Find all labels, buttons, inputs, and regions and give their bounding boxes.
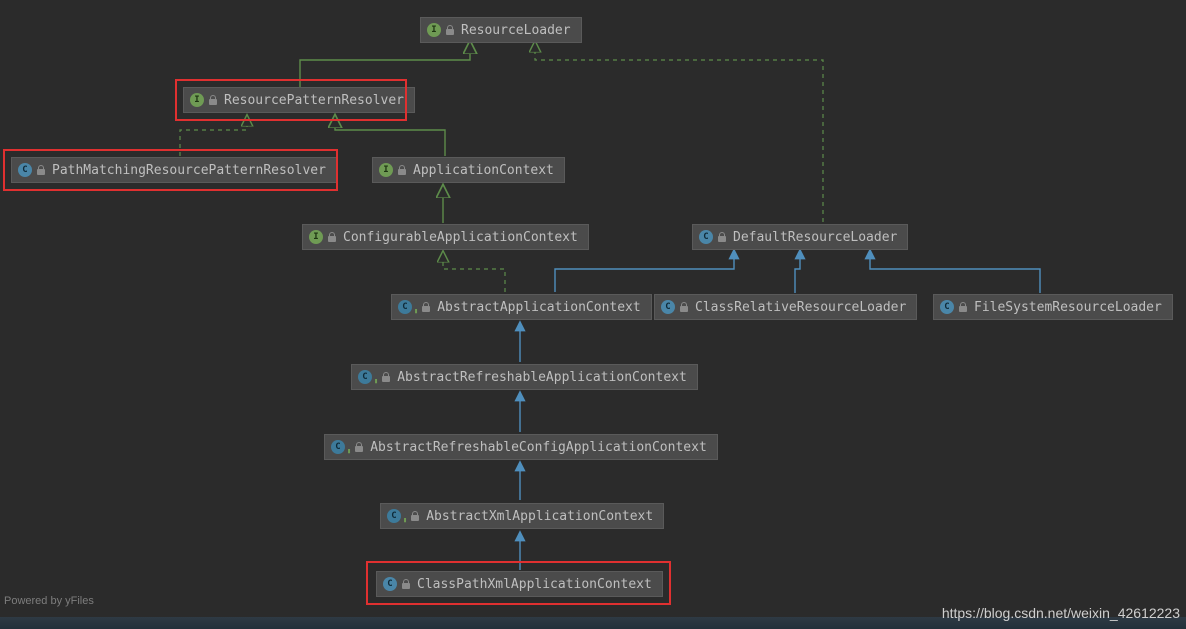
node-configurable-app-context[interactable]: ConfigurableApplicationContext xyxy=(302,224,589,250)
class-icon xyxy=(383,577,397,591)
abstract-marker: ▮ xyxy=(414,307,418,315)
node-file-system-resource-loader[interactable]: FileSystemResourceLoader xyxy=(933,294,1173,320)
class-icon xyxy=(940,300,954,314)
node-abstract-app-context[interactable]: ▮ AbstractApplicationContext xyxy=(391,294,652,320)
node-abstract-xml-app-context[interactable]: ▮ AbstractXmlApplicationContext xyxy=(380,503,664,529)
node-label: DefaultResourceLoader xyxy=(733,230,897,245)
node-classpath-xml-app-context[interactable]: ClassPathXmlApplicationContext xyxy=(376,571,663,597)
abstract-class-icon xyxy=(387,509,401,523)
lock-icon xyxy=(679,302,689,312)
node-label: AbstractRefreshableConfigApplicationCont… xyxy=(370,440,707,455)
diagram-canvas: ResourceLoader ResourcePatternResolver P… xyxy=(0,0,1186,629)
interface-icon xyxy=(309,230,323,244)
lock-icon xyxy=(717,232,727,242)
interface-icon xyxy=(190,93,204,107)
lock-icon xyxy=(397,165,407,175)
node-label: PathMatchingResourcePatternResolver xyxy=(52,163,326,178)
interface-icon xyxy=(379,163,393,177)
lock-icon xyxy=(401,579,411,589)
class-icon xyxy=(661,300,675,314)
node-abstract-refreshable-config-app-context[interactable]: ▮ AbstractRefreshableConfigApplicationCo… xyxy=(324,434,718,460)
lock-icon xyxy=(208,95,218,105)
node-label: ClassPathXmlApplicationContext xyxy=(417,577,652,592)
node-default-resource-loader[interactable]: DefaultResourceLoader xyxy=(692,224,908,250)
lock-icon xyxy=(958,302,968,312)
abstract-class-icon xyxy=(331,440,345,454)
node-abstract-refreshable-app-context[interactable]: ▮ AbstractRefreshableApplicationContext xyxy=(351,364,698,390)
node-resource-loader[interactable]: ResourceLoader xyxy=(420,17,582,43)
node-label: ResourcePatternResolver xyxy=(224,93,404,108)
node-label: AbstractXmlApplicationContext xyxy=(426,509,653,524)
node-application-context[interactable]: ApplicationContext xyxy=(372,157,565,183)
node-label: ClassRelativeResourceLoader xyxy=(695,300,906,315)
node-label: ApplicationContext xyxy=(413,163,554,178)
abstract-marker: ▮ xyxy=(403,516,407,524)
abstract-class-icon xyxy=(398,300,412,314)
abstract-marker: ▮ xyxy=(347,447,351,455)
lock-icon xyxy=(410,511,420,521)
lock-icon xyxy=(421,302,431,312)
abstract-marker: ▮ xyxy=(374,377,378,385)
lock-icon xyxy=(354,442,364,452)
node-path-matching-resolver[interactable]: PathMatchingResourcePatternResolver xyxy=(11,157,337,183)
lock-icon xyxy=(36,165,46,175)
node-label: AbstractApplicationContext xyxy=(437,300,641,315)
node-label: FileSystemResourceLoader xyxy=(974,300,1162,315)
csdn-watermark: https://blog.csdn.net/weixin_42612223 xyxy=(942,605,1180,621)
class-icon xyxy=(18,163,32,177)
node-class-relative-resource-loader[interactable]: ClassRelativeResourceLoader xyxy=(654,294,917,320)
node-label: ResourceLoader xyxy=(461,23,571,38)
lock-icon xyxy=(445,25,455,35)
yfiles-watermark: Powered by yFiles xyxy=(4,595,94,607)
lock-icon xyxy=(327,232,337,242)
node-resource-pattern-resolver[interactable]: ResourcePatternResolver xyxy=(183,87,415,113)
interface-icon xyxy=(427,23,441,37)
abstract-class-icon xyxy=(358,370,372,384)
class-icon xyxy=(699,230,713,244)
node-label: AbstractRefreshableApplicationContext xyxy=(397,370,687,385)
node-label: ConfigurableApplicationContext xyxy=(343,230,578,245)
lock-icon xyxy=(381,372,391,382)
